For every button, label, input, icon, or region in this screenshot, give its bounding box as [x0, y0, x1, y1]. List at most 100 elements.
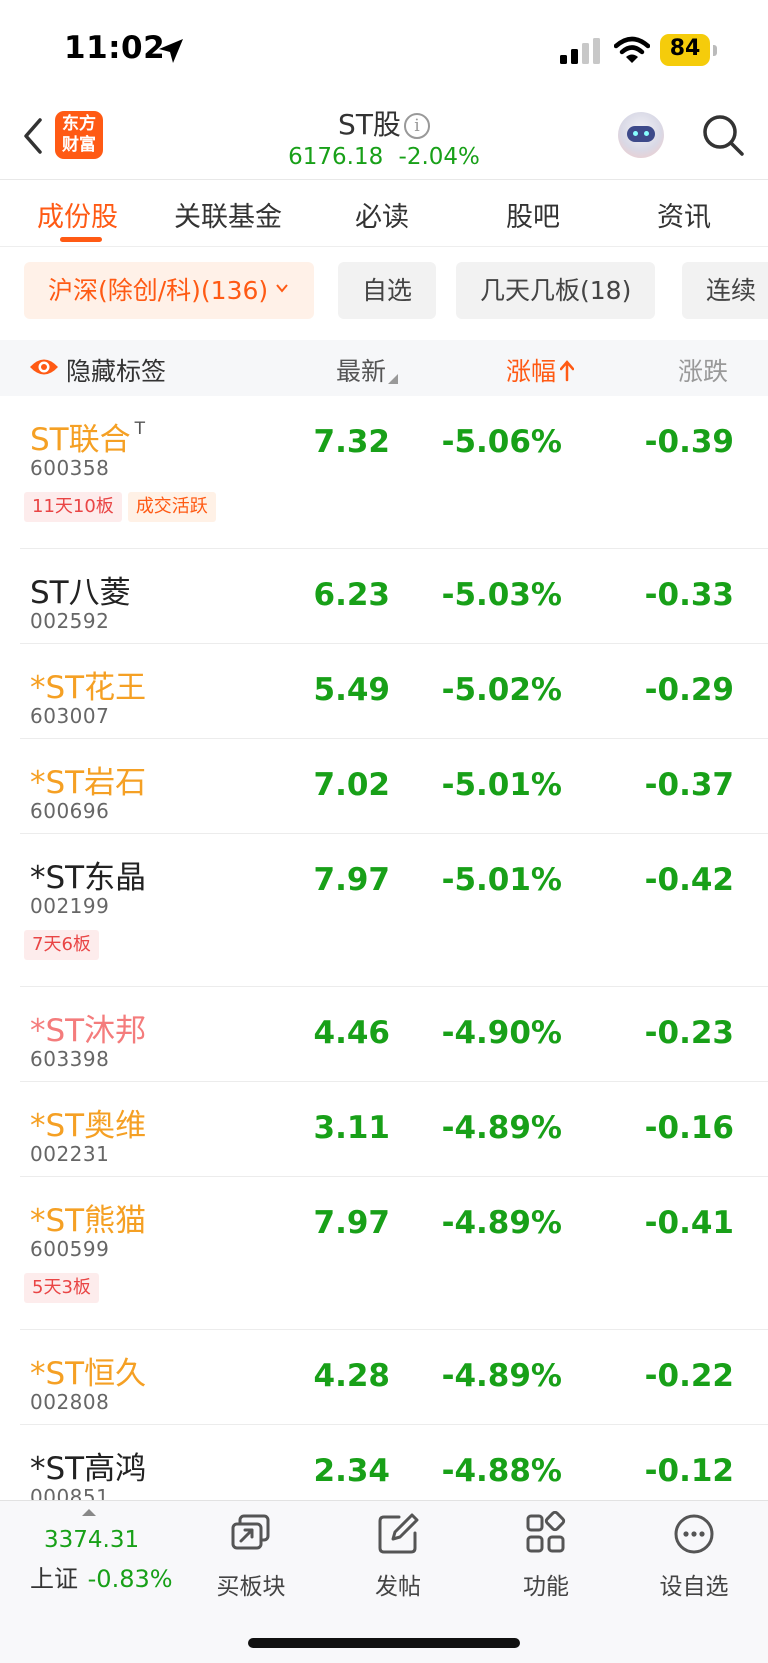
eye-icon[interactable]	[28, 356, 60, 378]
stock-change-pct: -5.06%	[441, 424, 562, 460]
sh-index-value[interactable]: 3374.31	[44, 1527, 139, 1553]
stock-change-pct: -5.01%	[441, 862, 562, 898]
search-icon[interactable]	[700, 112, 746, 158]
sh-index[interactable]: 上证 -0.83%	[28, 1559, 173, 1594]
battery-indicator: 84	[660, 34, 718, 68]
arrow-up-icon	[560, 360, 575, 382]
stock-change-pct: -4.89%	[441, 1205, 562, 1241]
stock-price: 7.02	[313, 767, 391, 803]
stock-change-pct: -5.01%	[441, 767, 562, 803]
stock-code: 002199	[30, 894, 110, 918]
cellular-signal-icon	[560, 38, 600, 64]
stock-change: -0.16	[644, 1110, 734, 1146]
hide-tags-toggle[interactable]: 隐藏标签	[66, 352, 166, 388]
table-row[interactable]: *ST沐邦 603398 4.46 -4.90% -0.23	[0, 987, 768, 1082]
table-row[interactable]: *ST东晶 002199 7.97 -5.01% -0.42 7天6板	[0, 834, 768, 987]
table-row[interactable]: *ST高鸿 000851 2.34 -4.88% -0.12	[0, 1425, 768, 1500]
table-row[interactable]: *ST岩石 600696 7.02 -5.01% -0.37	[0, 739, 768, 834]
tag-limit-up-days: 5天3板	[24, 1273, 99, 1303]
stock-change-pct: -5.03%	[441, 577, 562, 613]
info-icon[interactable]: i	[403, 113, 430, 139]
table-row[interactable]: *ST恒久 002808 4.28 -4.89% -0.22	[0, 1330, 768, 1425]
expand-caret-icon[interactable]	[82, 1509, 96, 1516]
tag-active-trading: 成交活跃	[127, 492, 216, 522]
column-change[interactable]: 涨跌	[678, 352, 728, 388]
stock-name: *ST沐邦	[30, 1013, 147, 1049]
header-index-value: 6176.18	[288, 144, 384, 170]
stock-code: 600696	[30, 799, 110, 823]
stock-code: 603398	[30, 1047, 110, 1071]
table-row[interactable]: *ST熊猫 600599 7.97 -4.89% -0.41 5天3板	[0, 1177, 768, 1330]
tab-constituents[interactable]: 成份股	[37, 195, 118, 234]
stock-change: -0.29	[644, 672, 734, 708]
grid-icon	[526, 1511, 566, 1553]
stock-change: -0.42	[644, 862, 734, 898]
stock-name: *ST奥维	[30, 1108, 147, 1144]
stock-price: 7.97	[313, 862, 391, 898]
stock-change-pct: -4.89%	[441, 1110, 562, 1146]
stock-name: *ST东晶	[30, 860, 147, 896]
filter-chip-consecutive[interactable]: 连续	[682, 262, 768, 319]
table-row[interactable]: *ST花王 603007 5.49 -5.02% -0.29	[0, 644, 768, 739]
stock-code: 002808	[30, 1390, 110, 1414]
tab-bar: 成份股 关联基金 必读 股吧 资讯	[0, 181, 768, 247]
location-arrow-icon	[159, 39, 183, 63]
wifi-icon	[614, 36, 650, 63]
table-row[interactable]: ST八菱 002592 6.23 -5.03% -0.33	[0, 549, 768, 644]
filter-chip-limit-up-days[interactable]: 几天几板(18)	[456, 262, 656, 319]
active-tab-indicator	[60, 237, 102, 242]
stock-change: -0.23	[644, 1015, 734, 1051]
status-time: 11:02	[64, 30, 166, 66]
column-header: 隐藏标签 最新 涨幅 涨跌	[0, 340, 768, 396]
stock-name: *ST恒久	[30, 1356, 147, 1392]
stock-code: 600358	[30, 456, 110, 480]
stock-change-pct: -4.89%	[441, 1358, 562, 1394]
tab-news[interactable]: 资讯	[657, 195, 711, 234]
stock-change: -0.41	[644, 1205, 734, 1241]
stock-name: *ST高鸿	[30, 1451, 147, 1487]
assistant-avatar[interactable]	[618, 112, 664, 158]
stock-code: 002592	[30, 609, 110, 633]
stock-tags: 5天3板	[24, 1273, 105, 1303]
stock-change: -0.22	[644, 1358, 734, 1394]
column-latest[interactable]: 最新	[336, 352, 399, 388]
tab-must-read[interactable]: 必读	[355, 195, 409, 234]
stock-change: -0.39	[644, 424, 734, 460]
stock-list: ST联合 T 600358 7.32 -5.06% -0.39 11天10板 成交活…	[0, 396, 768, 1500]
filter-chip-watchlist[interactable]: 自选	[338, 262, 437, 319]
add-watchlist-button[interactable]: 设自选	[639, 1511, 749, 1601]
stock-price: 7.97	[313, 1205, 391, 1241]
edit-icon	[378, 1513, 419, 1554]
stock-code: 600599	[30, 1237, 110, 1261]
stock-code: 000851	[30, 1485, 110, 1500]
tab-related-funds[interactable]: 关联基金	[174, 195, 282, 234]
stock-name: *ST花王	[30, 670, 147, 706]
table-row[interactable]: ST联合 T 600358 7.32 -5.06% -0.39 11天10板 成交活…	[0, 396, 768, 549]
stock-price: 4.46	[313, 1015, 391, 1051]
tab-forum[interactable]: 股吧	[506, 195, 560, 234]
stock-code: 002231	[30, 1142, 110, 1166]
stock-tags: 11天10板 成交活跃	[24, 492, 222, 522]
stock-code: 603007	[30, 704, 110, 728]
post-button[interactable]: 发帖	[343, 1511, 453, 1601]
header: 东方 财富 ST股 i 6176.18 -2.04%	[0, 100, 768, 180]
stock-price: 3.11	[313, 1110, 391, 1146]
stock-tags: 7天6板	[24, 930, 105, 960]
stock-name: ST八菱	[30, 575, 131, 611]
status-bar: 11:02 84	[0, 0, 768, 100]
sort-icon	[388, 374, 399, 384]
stock-change: -0.12	[644, 1453, 734, 1489]
stock-change-pct: -5.02%	[441, 672, 562, 708]
column-change-pct[interactable]: 涨幅	[506, 352, 575, 388]
filter-chip-market[interactable]: 沪深(除创/科)(136)	[24, 262, 315, 319]
home-indicator[interactable]	[248, 1638, 520, 1648]
table-row[interactable]: *ST奥维 002231 3.11 -4.89% -0.16	[0, 1082, 768, 1177]
stock-change: -0.33	[644, 577, 734, 613]
functions-button[interactable]: 功能	[491, 1511, 601, 1601]
stock-name: ST联合 T	[30, 419, 146, 458]
chevron-down-icon	[276, 284, 288, 293]
tag-limit-up-days: 7天6板	[24, 930, 99, 960]
buy-sector-button[interactable]: 买板块	[196, 1511, 306, 1601]
stock-name: *ST岩石	[30, 765, 147, 801]
stock-price: 6.23	[313, 577, 391, 613]
